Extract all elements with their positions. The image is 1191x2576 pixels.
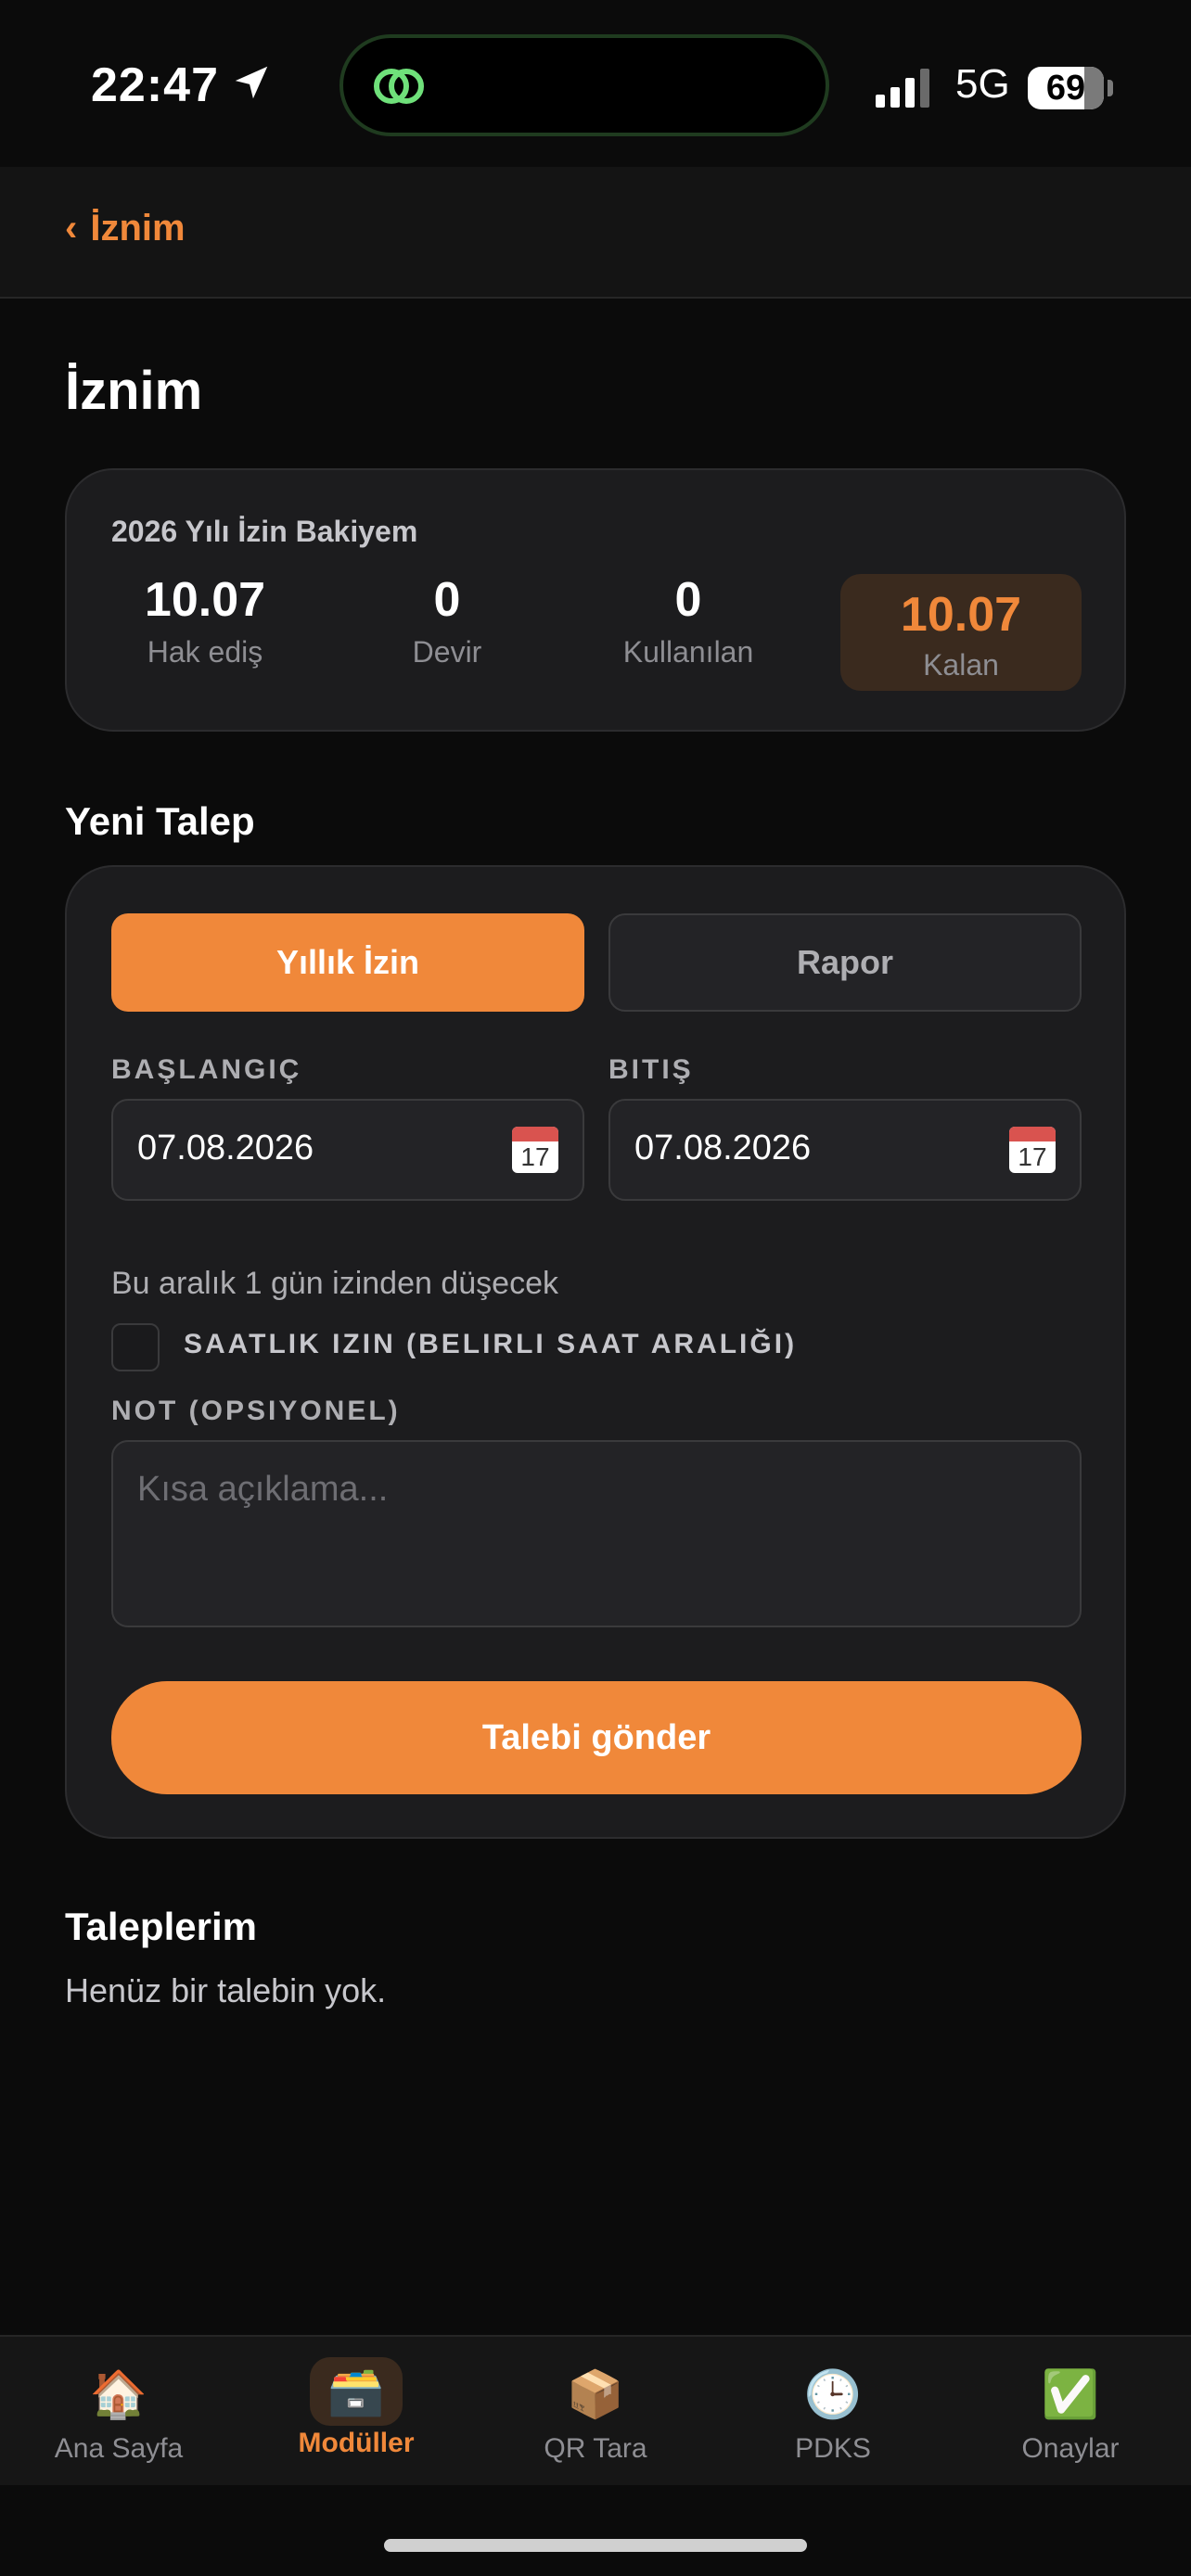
- back-button-label: İznim: [90, 208, 186, 249]
- stat-remaining-label: Kalan: [923, 648, 999, 682]
- calendar-icon[interactable]: 17: [512, 1127, 558, 1173]
- dynamic-island: [339, 34, 829, 136]
- stat-remaining: 10.07 Kalan: [840, 574, 1082, 691]
- hourly-leave-checkbox[interactable]: [111, 1323, 160, 1371]
- new-request-title: Yeni Talep: [65, 799, 255, 843]
- leave-type-annual-button[interactable]: Yıllık İzin: [111, 913, 584, 1012]
- network-type: 5G: [955, 61, 1010, 107]
- tab-modules[interactable]: 🗃️ Modüller: [254, 2357, 458, 2459]
- tab-pdks[interactable]: 🕒 PDKS: [731, 2365, 935, 2465]
- home-indicator[interactable]: [384, 2539, 807, 2552]
- tab-home-label: Ana Sayfa: [54, 2433, 184, 2464]
- location-arrow-icon: [235, 66, 268, 99]
- start-date-value: 07.08.2026: [137, 1129, 314, 1167]
- calendar-icon[interactable]: 17: [1009, 1127, 1056, 1173]
- card-file-box-icon: 🗃️: [310, 2357, 403, 2426]
- stat-earned: 10.07 Hak ediş: [103, 572, 307, 670]
- end-date-field[interactable]: 07.08.2026 17: [608, 1099, 1082, 1201]
- package-icon: 📦: [566, 2368, 625, 2420]
- navigation-bar: ‹ İznim: [0, 167, 1191, 299]
- stat-used-label: Kullanılan: [622, 635, 754, 669]
- stat-used: 0 Kullanılan: [586, 572, 790, 670]
- tab-qr-scan-label: QR Tara: [544, 2433, 647, 2464]
- end-date-value: 07.08.2026: [634, 1129, 812, 1167]
- status-bar: 22:47 5G 69: [0, 0, 1191, 167]
- stat-earned-label: Hak ediş: [147, 635, 263, 669]
- tab-home[interactable]: 🏠 Ana Sayfa: [17, 2365, 221, 2465]
- battery-level: 69: [1045, 69, 1086, 108]
- status-time: 22:47: [91, 58, 219, 112]
- tab-approvals-label: Onaylar: [1021, 2433, 1120, 2464]
- battery-icon: 69: [1028, 67, 1104, 109]
- battery-tip: [1108, 80, 1113, 96]
- calendar-icon-day: 17: [520, 1142, 550, 1171]
- submit-request-button[interactable]: Talebi gönder: [111, 1681, 1082, 1794]
- stat-remaining-value: 10.07: [900, 588, 1022, 642]
- bottom-tab-bar: 🏠 Ana Sayfa 🗃️ Modüller 📦 QR Tara 🕒 PDKS…: [0, 2335, 1191, 2485]
- empty-requests-text: Henüz bir talebin yok.: [65, 1971, 387, 2009]
- stat-carry: 0 Devir: [345, 572, 549, 670]
- note-label: NOT (OPSIYONEL): [111, 1396, 401, 1426]
- balance-title: 2026 Yılı İzin Bakiyem: [111, 515, 418, 548]
- stat-earned-value: 10.07: [144, 573, 266, 627]
- hourly-leave-label[interactable]: SAATLIK IZIN (BELIRLI SAAT ARALIĞI): [184, 1329, 797, 1360]
- end-date-label: BITIŞ: [608, 1054, 694, 1085]
- clock-icon: 🕒: [803, 2368, 863, 2420]
- check-mark-icon: ✅: [1041, 2368, 1100, 2420]
- leave-type-report-button[interactable]: Rapor: [608, 913, 1082, 1012]
- stat-carry-value: 0: [433, 573, 461, 627]
- calendar-icon-day: 17: [1018, 1142, 1047, 1171]
- link-app-icon: [374, 69, 424, 104]
- start-date-label: BAŞLANGIÇ: [111, 1054, 302, 1085]
- tab-modules-label: Modüller: [298, 2428, 415, 2458]
- stat-used-value: 0: [674, 573, 702, 627]
- my-requests-title: Taleplerim: [65, 1905, 257, 1948]
- tab-qr-scan[interactable]: 📦 QR Tara: [493, 2365, 698, 2465]
- note-input[interactable]: [111, 1440, 1082, 1627]
- stat-carry-label: Devir: [412, 635, 482, 669]
- tab-approvals[interactable]: ✅ Onaylar: [968, 2365, 1172, 2465]
- range-note: Bu aralık 1 gün izinden düşecek: [111, 1266, 558, 1301]
- back-button[interactable]: ‹ İznim: [65, 208, 186, 249]
- house-icon: 🏠: [89, 2368, 148, 2420]
- cellular-signal-icon: [876, 69, 929, 108]
- tab-pdks-label: PDKS: [795, 2433, 871, 2464]
- page-title: İznim: [65, 361, 203, 421]
- leave-balance-card: 2026 Yılı İzin Bakiyem 10.07 Hak ediş 0 …: [65, 468, 1126, 732]
- new-request-card: Yıllık İzin Rapor BAŞLANGIÇ BITIŞ 07.08.…: [65, 865, 1126, 1839]
- chevron-left-icon: ‹: [65, 208, 78, 249]
- start-date-field[interactable]: 07.08.2026 17: [111, 1099, 584, 1201]
